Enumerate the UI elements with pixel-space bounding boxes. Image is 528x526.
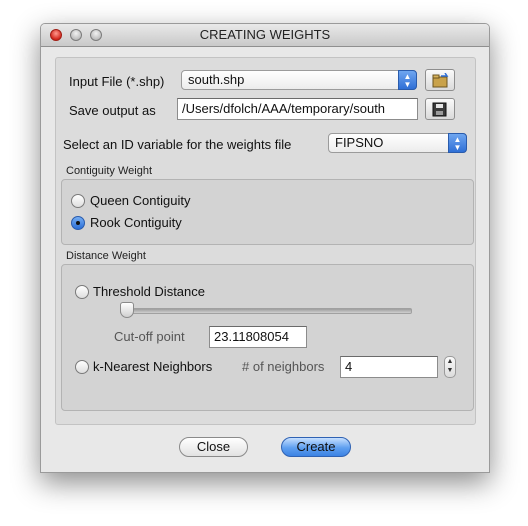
window-title: CREATING WEIGHTS — [199, 27, 331, 42]
title-bar[interactable]: CREATING WEIGHTS — [41, 24, 489, 47]
close-window-icon[interactable] — [50, 29, 62, 41]
input-file-label: Input File (*.shp) — [69, 74, 165, 89]
save-output-field[interactable]: /Users/dfolch/AAA/temporary/south — [177, 98, 418, 120]
zoom-window-icon[interactable] — [90, 29, 102, 41]
queen-contiguity-radio[interactable] — [71, 194, 85, 208]
floppy-disk-icon — [432, 102, 447, 117]
contiguity-group: Queen Contiguity Rook Contiguity — [61, 179, 474, 245]
open-file-button[interactable] — [425, 69, 455, 91]
close-button[interactable]: Close — [179, 437, 248, 457]
neighbors-stepper[interactable]: ▲ ▼ — [444, 356, 456, 378]
dropdown-arrow-icon: ▲ ▼ — [398, 70, 417, 90]
neighbors-count-field[interactable]: 4 — [340, 356, 438, 378]
input-file-dropdown[interactable]: south.shp ▲ ▼ — [181, 70, 417, 90]
dialog-window: CREATING WEIGHTS Input File (*.shp) sout… — [40, 23, 490, 473]
save-file-button[interactable] — [425, 98, 455, 120]
open-folder-icon — [432, 73, 449, 88]
stepper-down-icon[interactable]: ▼ — [447, 367, 454, 374]
id-variable-dropdown[interactable]: FIPSNO ▲ ▼ — [328, 133, 467, 153]
distance-group: Threshold Distance Cut-off point 23.1180… — [61, 264, 474, 411]
cutoff-point-field[interactable]: 23.11808054 — [209, 326, 307, 348]
cutoff-point-label: Cut-off point — [114, 329, 185, 344]
distance-section-title: Distance Weight — [66, 250, 146, 262]
dropdown-arrow-icon: ▲ ▼ — [448, 133, 467, 153]
threshold-distance-label[interactable]: Threshold Distance — [93, 284, 205, 299]
main-panel: Input File (*.shp) south.shp ▲ ▼ Save out… — [55, 57, 476, 425]
knn-radio[interactable] — [75, 360, 89, 374]
queen-contiguity-label[interactable]: Queen Contiguity — [90, 193, 190, 208]
minimize-window-icon[interactable] — [70, 29, 82, 41]
rook-contiguity-radio[interactable] — [71, 216, 85, 230]
threshold-distance-radio[interactable] — [75, 285, 89, 299]
rook-contiguity-label[interactable]: Rook Contiguity — [90, 215, 182, 230]
create-button[interactable]: Create — [281, 437, 351, 457]
id-variable-value: FIPSNO — [335, 135, 384, 150]
threshold-slider-thumb[interactable] — [120, 302, 134, 318]
threshold-slider-track[interactable] — [120, 308, 412, 314]
input-file-value: south.shp — [188, 72, 245, 87]
save-output-label: Save output as — [69, 103, 156, 118]
knn-label[interactable]: k-Nearest Neighbors — [93, 359, 212, 374]
id-variable-label: Select an ID variable for the weights fi… — [63, 137, 292, 152]
contiguity-section-title: Contiguity Weight — [66, 165, 153, 177]
stepper-up-icon[interactable]: ▲ — [447, 358, 454, 365]
neighbors-count-label: # of neighbors — [242, 359, 325, 374]
